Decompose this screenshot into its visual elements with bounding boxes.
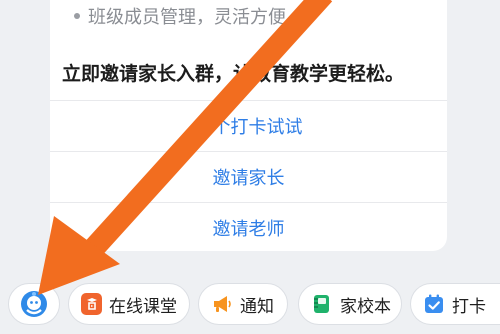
invite-teachers-button[interactable]: 邀请老师	[50, 202, 447, 251]
bullet-dot	[74, 13, 80, 19]
checkin-chip[interactable]: 打卡	[410, 283, 500, 325]
try-checkin-button[interactable]: 发个打卡试试	[50, 100, 447, 151]
notice-chip[interactable]: 通知	[198, 283, 288, 325]
invite-card: 班级成员管理，灵活方便 立即邀请家长入群，让教育教学更轻松。 发个打卡试试 邀请…	[50, 0, 447, 251]
notebook-label: 家校本	[340, 296, 391, 317]
feature-bullet: 班级成员管理，灵活方便	[74, 6, 286, 30]
checkin-label: 打卡	[452, 296, 486, 317]
notice-label: 通知	[240, 296, 274, 317]
bottom-toolbar: 在线课堂 通知 家校本 打卡	[0, 283, 500, 329]
notebook-chip[interactable]: 家校本	[298, 283, 402, 325]
action-list: 发个打卡试试 邀请家长 邀请老师	[50, 100, 447, 251]
invite-headline: 立即邀请家长入群，让教育教学更轻松。	[62, 63, 405, 85]
online-classroom-icon	[81, 293, 102, 315]
notebook-icon	[311, 293, 333, 315]
assistant-avatar-icon	[20, 290, 48, 318]
feature-bullet-text: 班级成员管理，灵活方便	[88, 7, 286, 28]
assistant-chip[interactable]	[8, 283, 60, 325]
megaphone-icon	[211, 293, 233, 315]
online-classroom-label: 在线课堂	[109, 296, 177, 317]
online-classroom-chip[interactable]: 在线课堂	[68, 283, 190, 325]
invite-parents-button[interactable]: 邀请家长	[50, 151, 447, 202]
calendar-check-icon	[423, 293, 445, 315]
